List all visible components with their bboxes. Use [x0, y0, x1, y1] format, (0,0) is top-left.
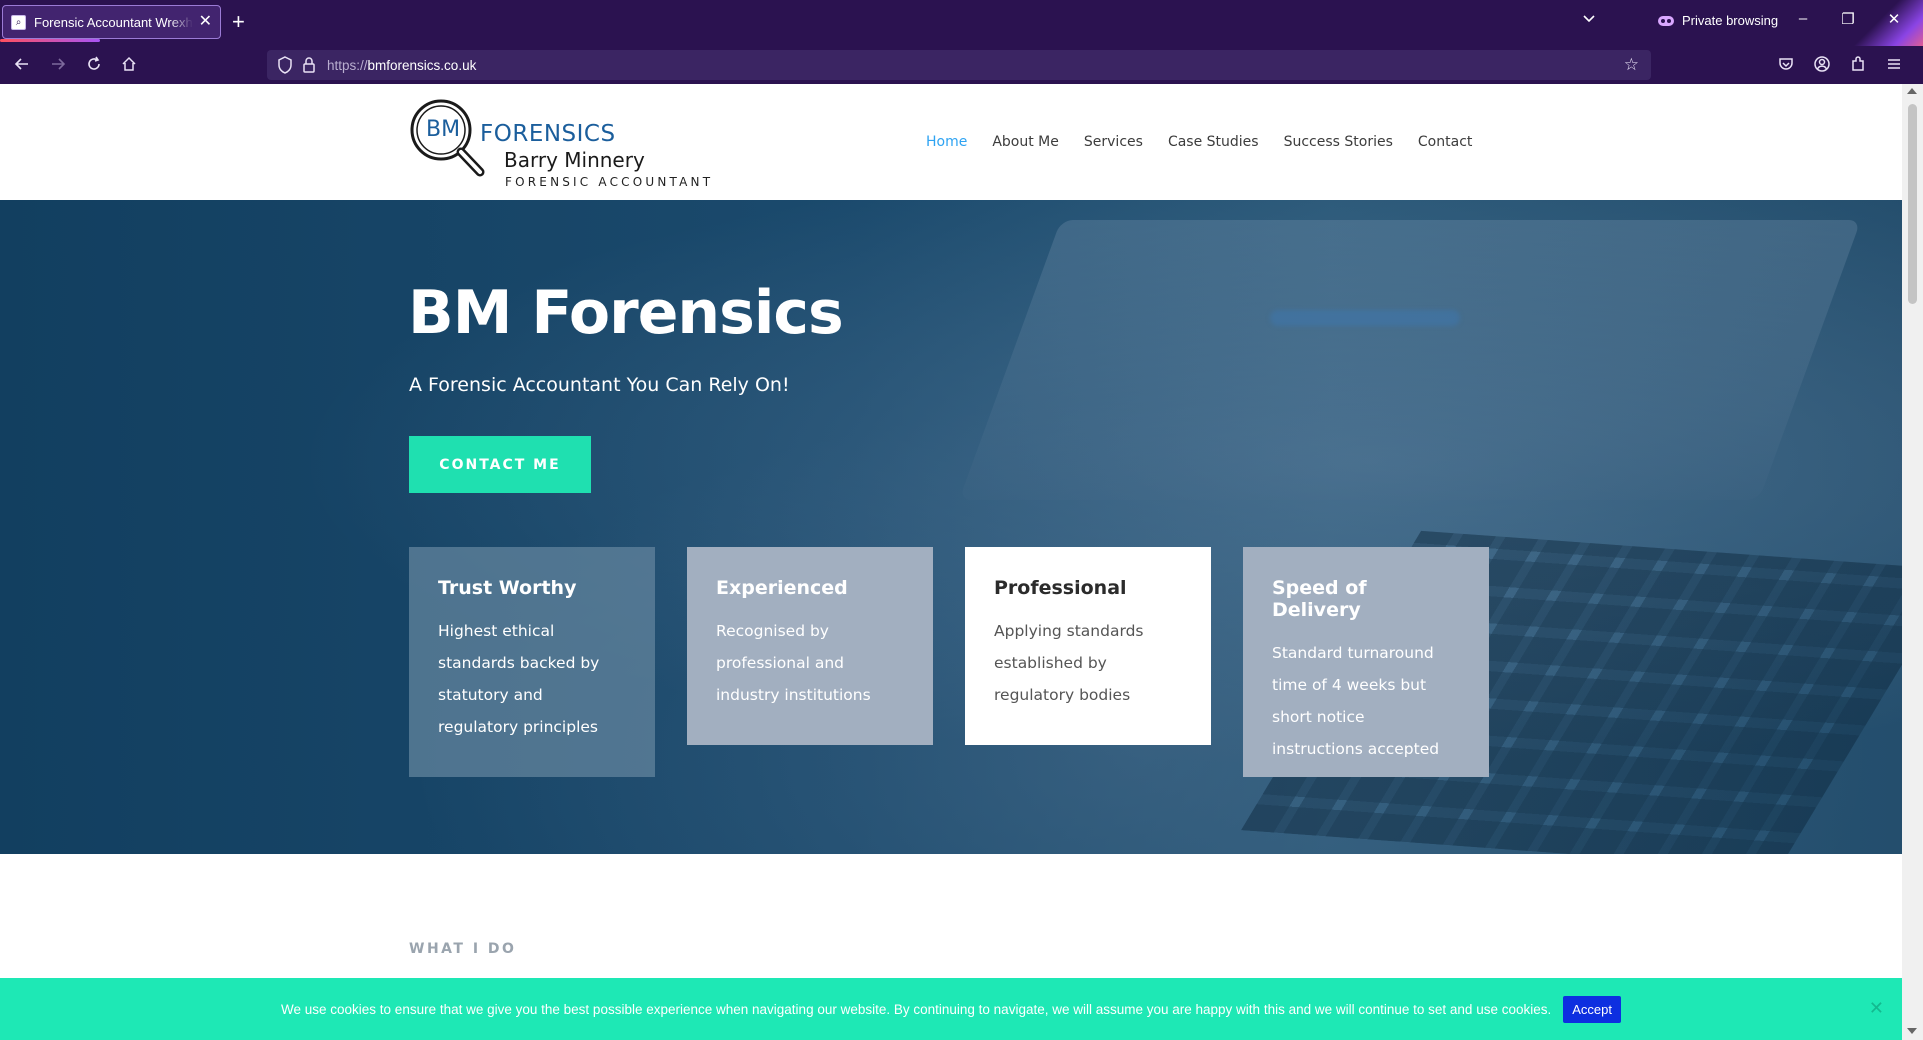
logo-forensics-text: FORENSICS — [480, 121, 616, 147]
browser-tab-bar: ⌕ Forensic Accountant Wrexham ✕ + Privat… — [0, 0, 1923, 46]
chevron-down-icon — [1583, 15, 1595, 23]
cookie-close-icon[interactable]: ✕ — [1869, 998, 1884, 1019]
page-scrollbar[interactable] — [1902, 84, 1923, 1040]
hero-section: BM Forensics A Forensic Accountant You C… — [0, 200, 1902, 854]
site-favicon-icon: ⌕ — [11, 14, 26, 30]
menu-item-case-studies[interactable]: Case Studies — [1168, 134, 1259, 150]
browser-nav-bar: https://bmforensics.co.uk ☆ — [0, 46, 1923, 84]
star-icon[interactable]: ☆ — [1624, 55, 1639, 75]
logo-bm-text: BM — [426, 117, 461, 142]
hero-title: BM Forensics — [408, 278, 844, 348]
tab-close-icon[interactable]: ✕ — [199, 14, 212, 30]
what-i-do-heading: WHAT I DO — [409, 941, 517, 957]
cookie-banner: We use cookies to ensure that we give yo… — [0, 978, 1902, 1040]
web-page: BM FORENSICS Barry Minnery FORENSIC ACCO… — [0, 84, 1902, 1040]
scroll-up-icon[interactable] — [1907, 88, 1917, 94]
feature-card-trust-worthy: Trust Worthy Highest ethical standards b… — [409, 547, 655, 777]
site-logo[interactable]: BM FORENSICS Barry Minnery FORENSIC ACCO… — [408, 98, 728, 190]
url-bar[interactable]: https://bmforensics.co.uk ☆ — [267, 50, 1651, 80]
account-icon[interactable] — [1812, 55, 1832, 75]
close-icon[interactable]: ✕ — [1884, 10, 1904, 28]
minimize-icon[interactable]: – — [1793, 10, 1813, 27]
hero-bg-laptop-screen — [959, 220, 1861, 500]
menu-icon[interactable] — [1884, 55, 1904, 75]
menu-item-about-me[interactable]: About Me — [992, 134, 1059, 150]
forward-icon[interactable] — [48, 55, 68, 75]
new-tab-button[interactable]: + — [232, 9, 245, 35]
card-title: Professional — [994, 577, 1127, 599]
card-title: Experienced — [716, 577, 848, 599]
scrollbar-thumb[interactable] — [1908, 104, 1917, 304]
hero-bg-screen-highlight — [1270, 310, 1460, 326]
tab-accent-line — [0, 39, 100, 42]
cookie-accept-button[interactable]: Accept — [1563, 995, 1621, 1023]
private-browsing-label: Private browsing — [1682, 13, 1779, 28]
tab-title: Forensic Accountant Wrexham — [34, 14, 193, 30]
url-scheme: https:// — [327, 58, 368, 73]
card-text: Highest ethical standards backed by stat… — [438, 622, 600, 736]
site-header: BM FORENSICS Barry Minnery FORENSIC ACCO… — [0, 84, 1902, 200]
logo-tagline-text: FORENSIC ACCOUNTANT — [505, 175, 714, 189]
browser-tab[interactable]: ⌕ Forensic Accountant Wrexham ✕ — [2, 5, 221, 39]
private-mask-icon — [1658, 15, 1674, 26]
pocket-icon[interactable] — [1776, 55, 1796, 75]
logo-name-text: Barry Minnery — [504, 148, 645, 172]
shield-icon[interactable] — [277, 56, 293, 79]
back-icon[interactable] — [12, 55, 32, 75]
contact-me-button[interactable]: CONTACT ME — [409, 436, 591, 493]
private-browsing-indicator: Private browsing — [1658, 13, 1778, 28]
hero-subtitle: A Forensic Accountant You Can Rely On! — [409, 374, 790, 396]
scroll-down-icon[interactable] — [1907, 1028, 1917, 1034]
card-text: Standard turnaround time of 4 weeks but … — [1272, 644, 1440, 758]
card-title: Trust Worthy — [438, 577, 577, 599]
cookie-text: We use cookies to ensure that we give yo… — [281, 1001, 1552, 1017]
main-menu: Home About Me Services Case Studies Succ… — [926, 134, 1472, 150]
url-text: https://bmforensics.co.uk — [327, 58, 476, 73]
feature-card-experienced: Experienced Recognised by professional a… — [687, 547, 933, 745]
menu-item-success-stories[interactable]: Success Stories — [1284, 134, 1393, 150]
feature-card-speed-of-delivery: Speed of Delivery Standard turnaround ti… — [1243, 547, 1489, 777]
card-text: Recognised by professional and industry … — [716, 622, 871, 704]
menu-item-contact[interactable]: Contact — [1418, 134, 1472, 150]
reload-icon[interactable] — [84, 55, 104, 75]
extensions-icon[interactable] — [1848, 55, 1868, 75]
card-text: Applying standards established by regula… — [994, 622, 1144, 704]
url-domain: bmforensics.co.uk — [367, 58, 477, 73]
home-icon[interactable] — [119, 55, 139, 75]
feature-card-professional: Professional Applying standards establis… — [965, 547, 1211, 745]
list-all-tabs-button[interactable] — [1582, 11, 1596, 30]
lock-icon[interactable] — [302, 56, 316, 79]
menu-item-services[interactable]: Services — [1084, 134, 1143, 150]
menu-item-home[interactable]: Home — [926, 134, 967, 150]
card-title: Speed of Delivery — [1272, 577, 1367, 621]
restore-icon[interactable]: ❐ — [1838, 10, 1858, 28]
